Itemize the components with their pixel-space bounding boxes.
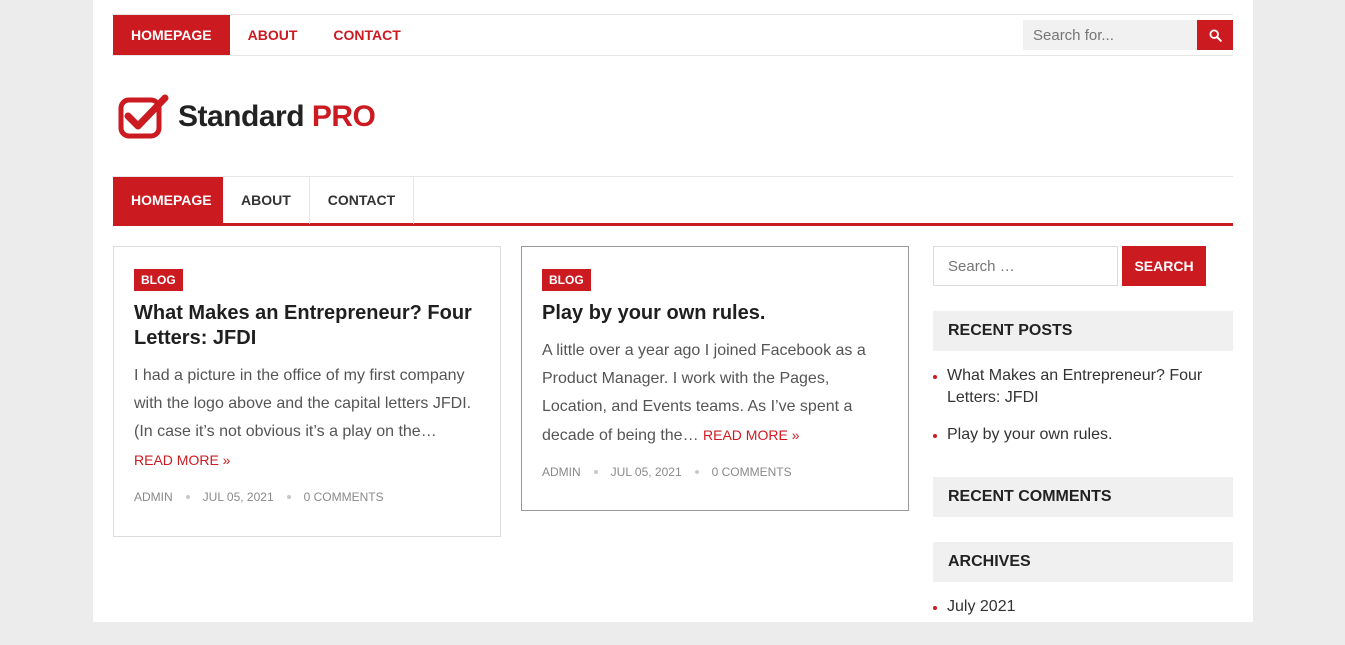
sidebar-search-button[interactable]: SEARCH bbox=[1122, 246, 1206, 286]
category-badge[interactable]: BLOG bbox=[134, 269, 183, 291]
post-card: BLOG What Makes an Entrepreneur? Four Le… bbox=[113, 246, 501, 537]
post-excerpt: I had a picture in the office of my firs… bbox=[134, 362, 480, 475]
post-excerpt: A little over a year ago I joined Facebo… bbox=[542, 337, 888, 450]
meta-separator bbox=[593, 470, 598, 474]
read-more-link[interactable]: READ MORE » bbox=[134, 452, 230, 468]
top-navigation: HOMEPAGE ABOUT CONTACT bbox=[113, 15, 419, 55]
post-title[interactable]: What Makes an Entrepreneur? Four Letters… bbox=[134, 301, 480, 351]
site-title-suffix: PRO bbox=[311, 100, 376, 133]
sidebar: SEARCH RECENT POSTS What Makes an Entrep… bbox=[933, 246, 1233, 645]
recent-comments-widget: RECENT COMMENTS bbox=[933, 477, 1233, 517]
post-author[interactable]: ADMIN bbox=[134, 490, 173, 504]
meta-separator bbox=[286, 495, 291, 499]
recent-comments-title: RECENT COMMENTS bbox=[933, 477, 1233, 517]
meta-separator bbox=[694, 470, 699, 474]
main-nav-about[interactable]: ABOUT bbox=[223, 177, 310, 224]
read-more-link[interactable]: READ MORE » bbox=[703, 427, 799, 443]
top-bar: HOMEPAGE ABOUT CONTACT bbox=[113, 14, 1233, 56]
archives-list: July 2021 bbox=[933, 582, 1233, 645]
main-nav-contact[interactable]: CONTACT bbox=[310, 177, 415, 224]
post-author[interactable]: ADMIN bbox=[542, 465, 581, 479]
post-card: BLOG Play by your own rules. A little ov… bbox=[521, 246, 909, 511]
archives-title: ARCHIVES bbox=[933, 542, 1233, 582]
site-title: Standard PRO bbox=[178, 100, 376, 134]
recent-posts-title: RECENT POSTS bbox=[933, 311, 1233, 351]
top-nav-homepage[interactable]: HOMEPAGE bbox=[113, 15, 230, 55]
post-comments[interactable]: 0 COMMENTS bbox=[712, 465, 792, 479]
site-title-name: Standard bbox=[178, 100, 305, 133]
list-item[interactable]: July 2021 bbox=[933, 596, 1233, 618]
top-nav-contact[interactable]: CONTACT bbox=[315, 15, 418, 55]
list-item[interactable]: What Makes an Entrepreneur? Four Letters… bbox=[933, 365, 1233, 409]
recent-posts-list: What Makes an Entrepreneur? Four Letters… bbox=[933, 351, 1233, 473]
header-search-button[interactable] bbox=[1197, 20, 1233, 50]
page-container: HOMEPAGE ABOUT CONTACT Standard PRO HOME… bbox=[93, 0, 1253, 622]
post-excerpt-text: I had a picture in the office of my firs… bbox=[134, 367, 472, 440]
top-nav-about[interactable]: ABOUT bbox=[230, 15, 316, 55]
main-nav-homepage[interactable]: HOMEPAGE bbox=[113, 177, 223, 224]
header-search-input[interactable] bbox=[1023, 20, 1197, 50]
recent-posts-widget: RECENT POSTS What Makes an Entrepreneur?… bbox=[933, 311, 1233, 473]
archives-widget: ARCHIVES July 2021 bbox=[933, 542, 1233, 645]
list-item[interactable]: Play by your own rules. bbox=[933, 424, 1233, 446]
category-badge[interactable]: BLOG bbox=[542, 269, 591, 291]
sidebar-search-input[interactable] bbox=[933, 246, 1118, 286]
main-navigation: HOMEPAGE ABOUT CONTACT bbox=[113, 176, 1233, 226]
checkbox-check-icon bbox=[118, 94, 169, 139]
post-meta: ADMIN JUL 05, 2021 0 COMMENTS bbox=[134, 490, 480, 504]
site-logo[interactable]: Standard PRO bbox=[118, 92, 376, 142]
sidebar-search: SEARCH bbox=[933, 246, 1233, 286]
post-date[interactable]: JUL 05, 2021 bbox=[611, 465, 682, 479]
search-icon bbox=[1208, 28, 1222, 42]
header-search bbox=[1023, 20, 1233, 50]
post-date[interactable]: JUL 05, 2021 bbox=[203, 490, 274, 504]
meta-separator bbox=[185, 495, 190, 499]
post-meta: ADMIN JUL 05, 2021 0 COMMENTS bbox=[542, 465, 888, 479]
post-comments[interactable]: 0 COMMENTS bbox=[304, 490, 384, 504]
post-title[interactable]: Play by your own rules. bbox=[542, 301, 888, 326]
